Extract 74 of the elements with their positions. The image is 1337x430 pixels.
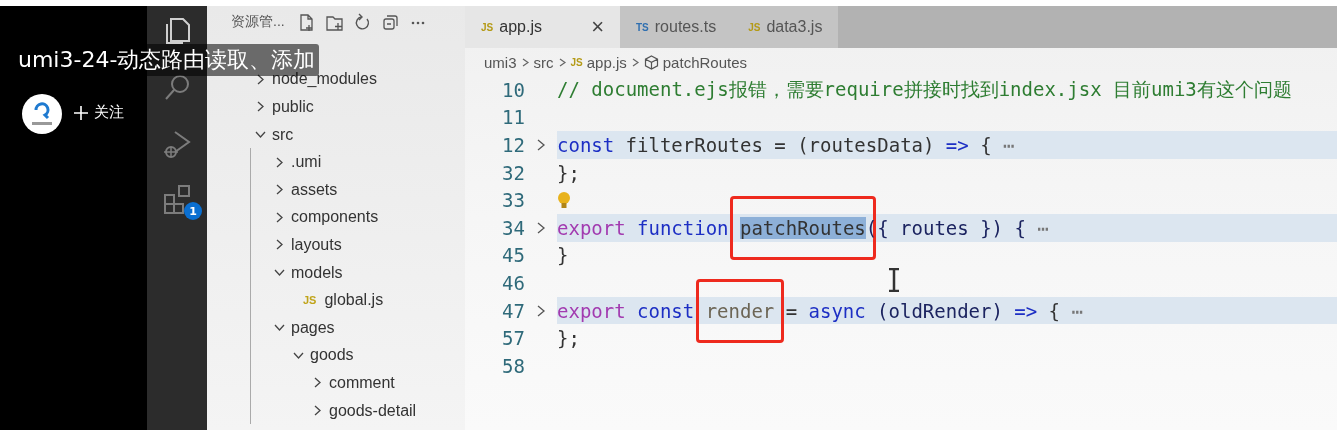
breadcrumb-item[interactable]: app.js bbox=[586, 53, 627, 71]
code-text: const bbox=[557, 134, 615, 156]
count-badge: 1 bbox=[184, 202, 202, 220]
line-number: 47 bbox=[501, 299, 525, 322]
code-text: ⋯ bbox=[1071, 299, 1083, 322]
js-file-icon: JS bbox=[570, 56, 583, 68]
tree-item[interactable]: comment bbox=[329, 373, 395, 392]
code-text: function bbox=[637, 216, 729, 239]
line-number: 34 bbox=[501, 216, 525, 239]
chevron-right-icon[interactable] bbox=[536, 221, 546, 234]
tree-item[interactable]: assets bbox=[291, 180, 338, 199]
js-file-icon: JS bbox=[748, 21, 761, 33]
line-number: 46 bbox=[501, 271, 525, 294]
chevron-right-icon[interactable] bbox=[536, 139, 546, 151]
code-text: const bbox=[637, 299, 695, 322]
avatar-icon[interactable] bbox=[22, 94, 62, 134]
text-cursor-icon bbox=[887, 268, 901, 292]
follow-button[interactable]: 关注 bbox=[72, 101, 126, 124]
code-text: => bbox=[1014, 299, 1038, 322]
collapse-icon[interactable] bbox=[380, 13, 399, 31]
tree-item[interactable]: src bbox=[272, 125, 294, 144]
js-file-icon: JS bbox=[303, 294, 317, 307]
plus-icon bbox=[74, 105, 88, 120]
code-text: (oldRender) bbox=[877, 299, 1003, 322]
breadcrumb-item[interactable]: src bbox=[533, 53, 554, 71]
code-text: export bbox=[557, 216, 626, 239]
line-number: 45 bbox=[501, 244, 525, 267]
js-file-icon: JS bbox=[481, 21, 494, 33]
line-number: 12 bbox=[501, 134, 525, 156]
explorer-title: 资源管... bbox=[231, 13, 285, 31]
code-text: = bbox=[785, 299, 798, 322]
code-text: { bbox=[1048, 299, 1061, 322]
chevron-right-icon bbox=[630, 57, 640, 67]
code-comment: // document.ejs报错，需要require拼接时找到index.jsx 目前umi3有这个问题 bbox=[557, 76, 1292, 102]
chevron-right-icon[interactable] bbox=[536, 304, 546, 317]
code-text: async bbox=[808, 299, 866, 322]
tree-item[interactable]: models bbox=[291, 263, 343, 282]
code-text: } bbox=[557, 244, 569, 267]
code-text: }; bbox=[557, 161, 580, 184]
tree-item[interactable]: pages bbox=[291, 318, 335, 337]
editor-tab[interactable]: TS routes.ts bbox=[620, 6, 733, 48]
code-text: { bbox=[980, 134, 992, 156]
chevron-right-icon bbox=[520, 57, 530, 67]
cube-icon bbox=[643, 54, 659, 70]
line-number: 33 bbox=[501, 189, 525, 212]
code-text: filterRoutes = (routesData) bbox=[625, 134, 935, 156]
line-number: 32 bbox=[501, 161, 525, 184]
new-folder-icon[interactable] bbox=[324, 13, 343, 31]
code-text: patchRoutes bbox=[739, 216, 866, 239]
editor-tab[interactable]: JS app.js × bbox=[465, 6, 620, 48]
tree-item[interactable]: goods-detail bbox=[329, 401, 417, 420]
tree-item[interactable]: layouts bbox=[291, 235, 342, 254]
code-text: ⋯ bbox=[1037, 216, 1049, 239]
line-number: 58 bbox=[501, 354, 525, 377]
line-number: 10 bbox=[501, 78, 525, 101]
tree-item[interactable]: public bbox=[272, 98, 314, 116]
close-icon[interactable]: × bbox=[591, 14, 604, 40]
code-text: => bbox=[945, 134, 969, 156]
code-text: export bbox=[557, 299, 626, 322]
ts-file-icon: TS bbox=[636, 21, 649, 33]
tree-item[interactable]: global.js bbox=[324, 291, 384, 310]
line-number: 11 bbox=[501, 106, 525, 129]
tree-item[interactable]: .umi bbox=[291, 153, 322, 172]
lightbulb-icon[interactable] bbox=[557, 191, 571, 210]
breadcrumb-item[interactable]: umi3 bbox=[484, 53, 517, 71]
breadcrumb-item[interactable]: patchRoutes bbox=[662, 53, 747, 71]
code-text: render bbox=[705, 299, 775, 322]
line-number: 57 bbox=[501, 327, 525, 350]
code-text: }; bbox=[557, 327, 580, 350]
tree-item[interactable]: components bbox=[291, 208, 379, 227]
chevron-right-icon bbox=[557, 57, 567, 67]
editor-tab[interactable]: JS data3.js bbox=[732, 6, 839, 48]
tree-item[interactable]: goods bbox=[310, 346, 354, 365]
code-text: ⋯ bbox=[1002, 134, 1015, 156]
